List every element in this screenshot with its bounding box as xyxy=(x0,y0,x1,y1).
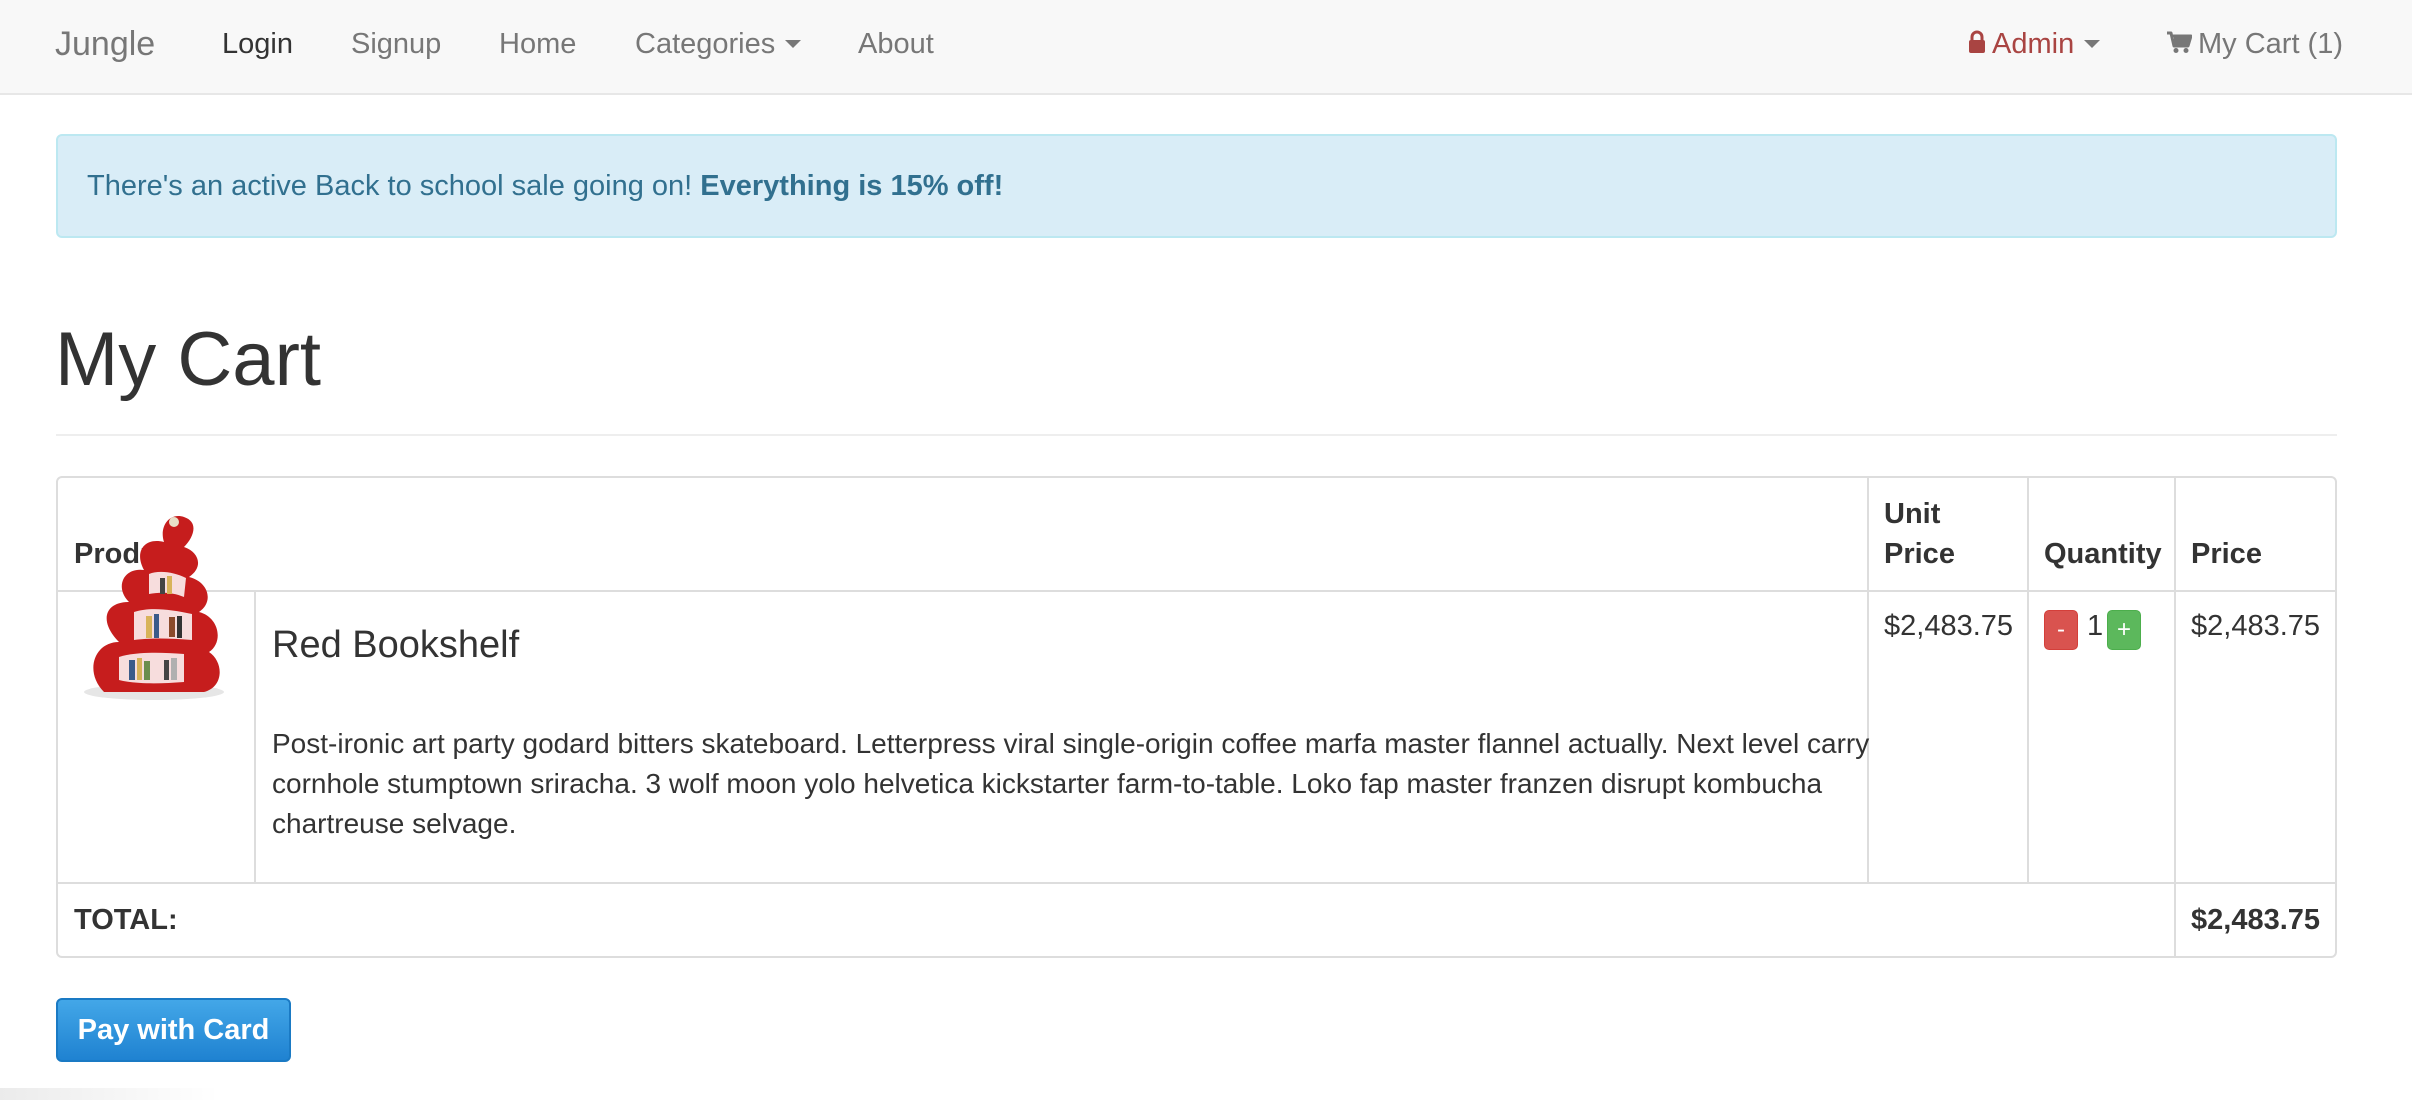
row-price-value: $2,483.75 xyxy=(2191,610,2321,642)
page-bottom-shadow xyxy=(0,1088,220,1100)
nav-categories-label: Categories xyxy=(635,28,776,60)
brand-logo[interactable]: Jungle xyxy=(55,0,155,88)
header-price: Price xyxy=(2191,538,2262,570)
nav-home-link[interactable]: Home xyxy=(499,0,576,88)
header-unit-price-line1: Unit xyxy=(1884,498,1941,530)
bookshelf-image xyxy=(84,516,224,700)
unit-price-value: $2,483.75 xyxy=(1884,610,2014,642)
lock-icon xyxy=(1969,30,1985,54)
pay-with-card-button[interactable]: Pay with Card xyxy=(56,998,291,1062)
total-label: TOTAL: xyxy=(74,904,178,936)
product-name[interactable]: Red Bookshelf xyxy=(272,624,519,667)
nav-about-link[interactable]: About xyxy=(858,0,934,88)
nav-categories-dropdown[interactable]: Categories xyxy=(635,0,802,88)
chevron-down-icon xyxy=(785,39,802,48)
row-divider xyxy=(58,882,2335,884)
sale-alert: There's an active Back to school sale go… xyxy=(56,134,2337,238)
sale-alert-text: There's an active Back to school sale go… xyxy=(87,170,701,202)
nav-login-link[interactable]: Login xyxy=(222,0,293,88)
increase-quantity-button[interactable]: + xyxy=(2107,610,2141,650)
product-description: Post-ironic art party godard bitters ska… xyxy=(272,728,1870,839)
cart-icon xyxy=(2167,31,2192,54)
image-column-divider xyxy=(254,590,256,882)
title-divider xyxy=(56,434,2337,436)
decrease-quantity-button[interactable]: - xyxy=(2044,610,2078,650)
nav-cart-label: My Cart (1) xyxy=(2198,28,2343,60)
nav-admin-dropdown[interactable]: Admin xyxy=(1968,0,2101,88)
price-column-divider xyxy=(2174,478,2176,956)
header-unit-price-line2: Price xyxy=(1884,538,1955,570)
chevron-down-icon xyxy=(2084,39,2101,48)
nav-cart-link[interactable]: My Cart (1) xyxy=(2166,0,2343,88)
top-navbar: Jungle Login Signup Home Categories Abou… xyxy=(0,0,2412,95)
header-quantity: Quantity xyxy=(2044,538,2162,570)
nav-admin-label: Admin xyxy=(1992,28,2075,60)
sale-alert-emphasis: Everything is 15% off! xyxy=(700,170,1004,202)
total-value: $2,483.75 xyxy=(2191,904,2321,936)
cart-table: Product Unit Price Quantity Price Red Bo… xyxy=(56,476,2337,958)
quantity-column-divider xyxy=(2027,478,2029,882)
nav-signup-link[interactable]: Signup xyxy=(351,0,441,88)
header-divider xyxy=(58,590,2335,592)
page-title: My Cart xyxy=(55,317,321,402)
quantity-value: 1 xyxy=(2087,610,2104,642)
